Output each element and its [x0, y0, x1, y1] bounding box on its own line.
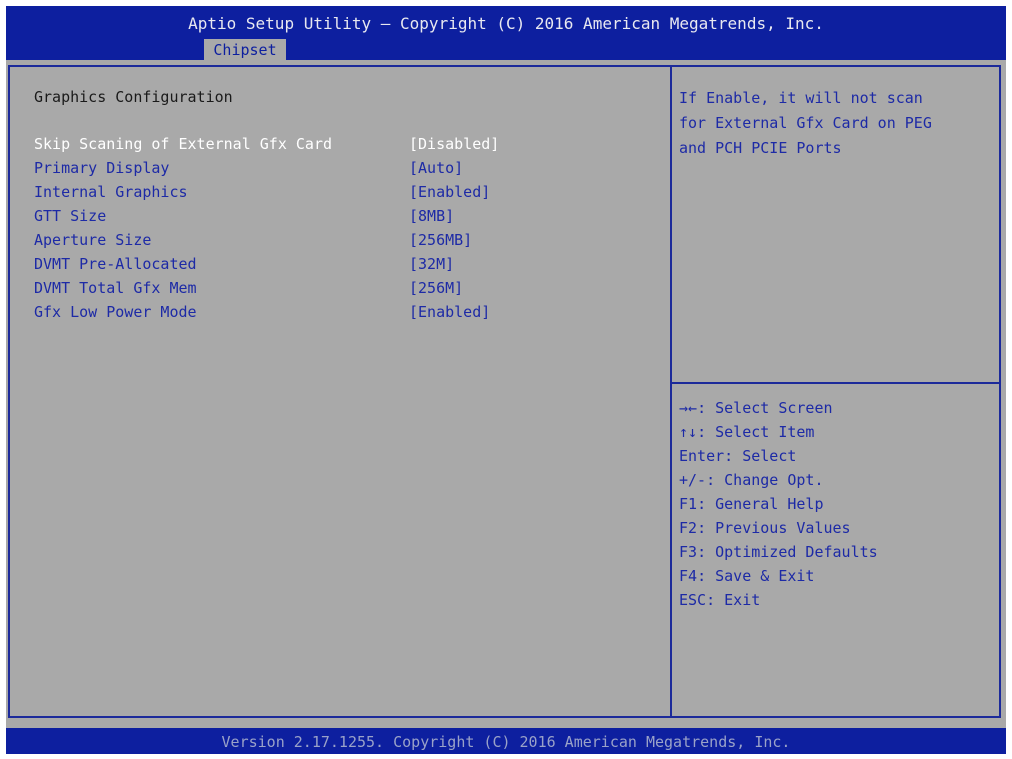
option-label: Primary Display	[34, 159, 170, 177]
key-description: : General Help	[697, 495, 824, 513]
option-gfx-low-power-mode[interactable]: Gfx Low Power Mode [Enabled]	[34, 303, 644, 325]
key-legend-item: F4: Save & Exit	[679, 564, 994, 588]
key-legend-item: →←: Select Screen	[679, 396, 994, 420]
option-label: Gfx Low Power Mode	[34, 303, 197, 321]
key-name: F3	[679, 543, 698, 561]
option-value[interactable]: [Auto]	[409, 159, 463, 177]
option-aperture-size[interactable]: Aperture Size [256MB]	[34, 231, 644, 253]
option-internal-graphics[interactable]: Internal Graphics [Enabled]	[34, 183, 644, 205]
option-value[interactable]: [8MB]	[409, 207, 454, 225]
option-gtt-size[interactable]: GTT Size [8MB]	[34, 207, 644, 229]
key-description: : Select	[724, 447, 797, 465]
key-legend: →←: Select Screen ↑↓: Select Item Enter:…	[679, 396, 994, 612]
option-label: DVMT Total Gfx Mem	[34, 279, 197, 297]
main-panel: Graphics Configuration Skip Scaning of E…	[6, 60, 1006, 728]
option-value[interactable]: [32M]	[409, 255, 454, 273]
key-description: : Previous Values	[697, 519, 851, 537]
option-dvmt-pre-allocated[interactable]: DVMT Pre-Allocated [32M]	[34, 255, 644, 277]
option-primary-display[interactable]: Primary Display [Auto]	[34, 159, 644, 181]
key-name: →←	[679, 399, 698, 417]
key-description: : Select Item	[697, 423, 815, 441]
option-dvmt-total-gfx-mem[interactable]: DVMT Total Gfx Mem [256M]	[34, 279, 644, 301]
key-legend-item: ↑↓: Select Item	[679, 420, 994, 444]
help-divider	[672, 382, 999, 384]
key-description: : Change Opt.	[706, 471, 824, 489]
key-name: +/-	[679, 471, 707, 489]
help-line: and PCH PCIE Ports	[679, 139, 842, 157]
key-description: : Exit	[706, 591, 761, 609]
option-value[interactable]: [Disabled]	[409, 135, 499, 153]
help-line: If Enable, it will not scan	[679, 89, 923, 107]
key-name: ESC	[679, 591, 707, 609]
key-legend-item: F2: Previous Values	[679, 516, 994, 540]
section-title: Graphics Configuration	[34, 88, 233, 106]
key-legend-item: +/-: Change Opt.	[679, 468, 994, 492]
title-bar: Aptio Setup Utility – Copyright (C) 2016…	[6, 6, 1006, 60]
app-title: Aptio Setup Utility – Copyright (C) 2016…	[188, 14, 824, 33]
option-label: Aperture Size	[34, 231, 152, 249]
help-line: for External Gfx Card on PEG	[679, 114, 932, 132]
key-name: ↑↓	[679, 423, 698, 441]
key-name: F1	[679, 495, 698, 513]
option-value[interactable]: [Enabled]	[409, 183, 490, 201]
help-text: If Enable, it will not scan for External…	[679, 86, 994, 161]
key-name: F2	[679, 519, 698, 537]
key-legend-item: F3: Optimized Defaults	[679, 540, 994, 564]
option-value[interactable]: [256MB]	[409, 231, 472, 249]
key-description: : Select Screen	[697, 399, 833, 417]
key-description: : Save & Exit	[697, 567, 815, 585]
key-description: : Optimized Defaults	[697, 543, 878, 561]
key-name: F4	[679, 567, 698, 585]
option-label: DVMT Pre-Allocated	[34, 255, 197, 273]
tab-chipset[interactable]: Chipset	[204, 39, 286, 60]
option-value[interactable]: [256M]	[409, 279, 463, 297]
option-label: GTT Size	[34, 207, 107, 225]
key-legend-item: Enter: Select	[679, 444, 994, 468]
option-label: Skip Scaning of External Gfx Card	[34, 135, 333, 153]
key-legend-item: F1: General Help	[679, 492, 994, 516]
key-legend-item: ESC: Exit	[679, 588, 994, 612]
key-name: Enter	[679, 447, 725, 465]
option-value[interactable]: [Enabled]	[409, 303, 490, 321]
footer-version: Version 2.17.1255. Copyright (C) 2016 Am…	[6, 728, 1006, 754]
option-skip-scaning-external-gfx-card[interactable]: Skip Scaning of External Gfx Card [Disab…	[34, 135, 644, 157]
vertical-divider	[670, 65, 672, 718]
option-label: Internal Graphics	[34, 183, 188, 201]
